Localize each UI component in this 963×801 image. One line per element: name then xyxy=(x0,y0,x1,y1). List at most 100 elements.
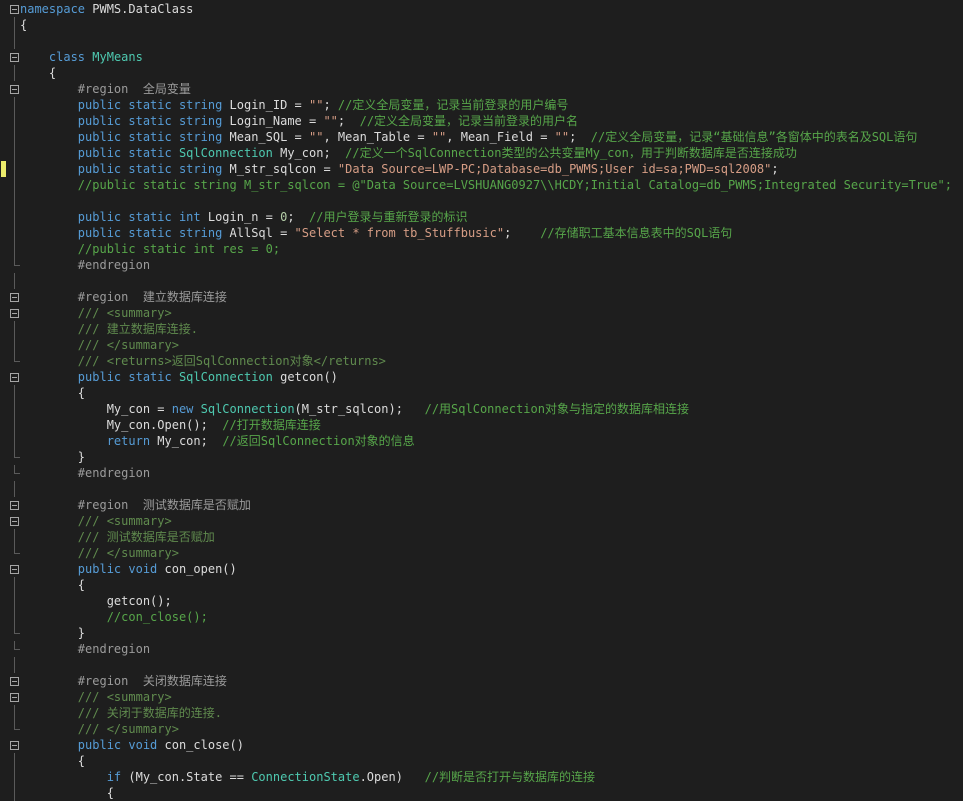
code-line[interactable] xyxy=(0,657,963,673)
code-line[interactable]: public void con_close() xyxy=(0,737,963,753)
code-token: SqlConnection xyxy=(200,402,295,416)
code-line[interactable]: #endregion xyxy=(0,257,963,273)
code-line[interactable]: /// 测试数据库是否赋加 xyxy=(0,529,963,545)
collapse-icon[interactable] xyxy=(10,741,19,750)
code-token: { xyxy=(20,786,114,800)
code-line[interactable] xyxy=(0,273,963,289)
code-line[interactable]: /// <summary> xyxy=(0,305,963,321)
code-text: #endregion xyxy=(20,641,150,657)
code-line[interactable]: public static string Login_ID = ""; //定义… xyxy=(0,97,963,113)
code-line[interactable]: class MyMeans xyxy=(0,49,963,65)
code-token: /// xyxy=(77,306,107,320)
fold-guide-line xyxy=(14,113,15,129)
code-line[interactable]: #endregion xyxy=(0,465,963,481)
code-line[interactable]: /// <summary> xyxy=(0,513,963,529)
code-line[interactable]: /// </summary> xyxy=(0,337,963,353)
code-line[interactable]: public static string AllSql = "Select * … xyxy=(0,225,963,241)
collapse-icon[interactable] xyxy=(10,517,19,526)
collapse-icon[interactable] xyxy=(10,309,19,318)
fold-guide-line xyxy=(14,193,15,209)
code-token: "" xyxy=(431,130,447,144)
code-token: #region 测试数据库是否赋加 xyxy=(77,498,251,512)
collapse-icon[interactable] xyxy=(10,85,19,94)
code-line[interactable]: public static string Login_Name = ""; //… xyxy=(0,113,963,129)
code-token: public void xyxy=(77,562,158,576)
fold-guide-line xyxy=(14,17,15,33)
code-line[interactable]: public static SqlConnection My_con; //定义… xyxy=(0,145,963,161)
code-text: /// </summary> xyxy=(20,721,179,737)
code-token: //public static string M_str_sqlcon = @"… xyxy=(77,178,952,192)
code-line[interactable]: { xyxy=(0,17,963,33)
code-line[interactable]: My_con = new SqlConnection(M_str_sqlcon)… xyxy=(0,401,963,417)
code-token: getcon() xyxy=(272,370,338,384)
code-line[interactable]: /// 建立数据库连接. xyxy=(0,321,963,337)
code-token: "Select * from tb_Stuffbusic" xyxy=(294,226,505,240)
code-line[interactable]: My_con.Open(); //打开数据库连接 xyxy=(0,417,963,433)
code-token: (My_con.State == xyxy=(121,770,252,784)
code-line[interactable]: #endregion xyxy=(0,641,963,657)
code-line[interactable]: { xyxy=(0,753,963,769)
code-text: /// 建立数据库连接. xyxy=(20,321,198,337)
code-line[interactable] xyxy=(0,193,963,209)
code-editor[interactable]: namespace PWMS.DataClass{ class MyMeans … xyxy=(0,0,963,801)
code-token: /// 建立数据库连接. xyxy=(77,322,198,336)
code-line[interactable]: if (My_con.State == ConnectionState.Open… xyxy=(0,769,963,785)
code-line[interactable]: #region 关闭数据库连接 xyxy=(0,673,963,689)
collapse-icon[interactable] xyxy=(10,5,19,14)
collapse-icon[interactable] xyxy=(10,53,19,62)
code-line[interactable]: namespace PWMS.DataClass xyxy=(0,1,963,17)
code-token: public static xyxy=(77,146,179,160)
code-token: Mean_SQL = xyxy=(222,130,309,144)
code-token: My_con; xyxy=(272,146,346,160)
code-line[interactable]: //public static int res = 0; xyxy=(0,241,963,257)
collapse-icon[interactable] xyxy=(10,677,19,686)
code-token: , Mean_Table = xyxy=(323,130,432,144)
code-token: con_close() xyxy=(157,738,244,752)
code-line[interactable]: { xyxy=(0,785,963,801)
code-line[interactable]: { xyxy=(0,577,963,593)
code-token: "" xyxy=(323,114,338,128)
code-line[interactable]: { xyxy=(0,65,963,81)
collapse-icon[interactable] xyxy=(10,693,19,702)
code-line[interactable]: #region 全局变量 xyxy=(0,81,963,97)
code-line[interactable]: } xyxy=(0,449,963,465)
code-line[interactable]: public static SqlConnection getcon() xyxy=(0,369,963,385)
code-token: </returns> xyxy=(313,354,386,368)
code-line[interactable]: /// </summary> xyxy=(0,721,963,737)
collapse-icon[interactable] xyxy=(10,501,19,510)
code-line[interactable]: { xyxy=(0,385,963,401)
fold-guide-line xyxy=(14,753,15,769)
code-token: SqlConnection xyxy=(178,146,273,160)
collapse-icon[interactable] xyxy=(10,373,19,382)
code-line[interactable]: #region 测试数据库是否赋加 xyxy=(0,497,963,513)
code-line[interactable]: public static string Mean_SQL = "", Mean… xyxy=(0,129,963,145)
code-line[interactable]: return My_con; //返回SqlConnection对象的信息 xyxy=(0,433,963,449)
code-token: Login_n = xyxy=(200,210,281,224)
code-line[interactable]: //con_close(); xyxy=(0,609,963,625)
code-line[interactable]: /// <returns>返回SqlConnection对象</returns> xyxy=(0,353,963,369)
code-token: "" xyxy=(309,130,324,144)
code-line[interactable]: //public static string M_str_sqlcon = @"… xyxy=(0,177,963,193)
code-text: { xyxy=(20,753,85,769)
collapse-icon[interactable] xyxy=(10,293,19,302)
code-line[interactable]: /// </summary> xyxy=(0,545,963,561)
code-line[interactable]: /// 关闭于数据库的连接. xyxy=(0,705,963,721)
code-line[interactable]: public void con_open() xyxy=(0,561,963,577)
code-token: public static string xyxy=(77,130,223,144)
code-line[interactable]: #region 建立数据库连接 xyxy=(0,289,963,305)
code-token: ; xyxy=(771,162,779,176)
code-line[interactable]: /// <summary> xyxy=(0,689,963,705)
code-text: public static string AllSql = "Select * … xyxy=(20,225,733,241)
code-line[interactable]: public static string M_str_sqlcon = "Dat… xyxy=(0,161,963,177)
code-line[interactable] xyxy=(0,33,963,49)
collapse-icon[interactable] xyxy=(10,565,19,574)
code-line[interactable]: public static int Login_n = 0; //用户登录与重新… xyxy=(0,209,963,225)
code-line[interactable]: getcon(); xyxy=(0,593,963,609)
code-line[interactable] xyxy=(0,481,963,497)
code-line[interactable]: } xyxy=(0,625,963,641)
code-token: //用户登录与重新登录的标识 xyxy=(309,210,468,224)
